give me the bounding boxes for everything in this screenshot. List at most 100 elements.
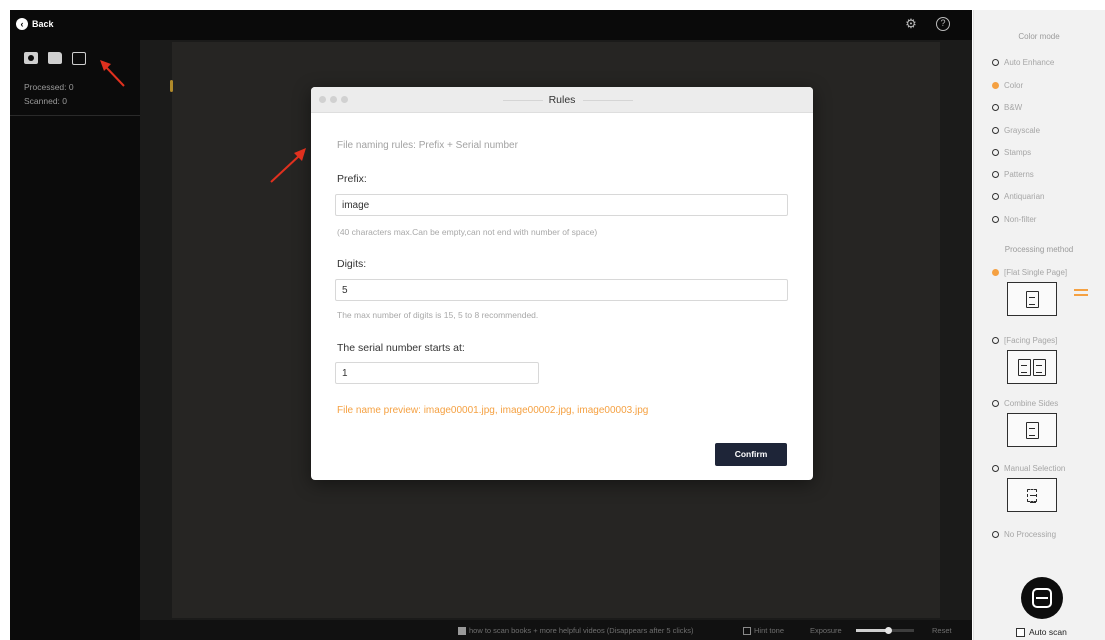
- prefix-help-text: (40 characters max.Can be empty,can not …: [337, 227, 598, 237]
- file-name-preview: File name preview: image00001.jpg, image…: [337, 405, 649, 416]
- radio-icon[interactable]: [992, 531, 999, 538]
- option-label: Patterns: [1004, 170, 1034, 179]
- option-label: Grayscale: [1004, 126, 1041, 135]
- chevron-left-icon: ‹: [16, 18, 28, 30]
- option-label: Antiquarian: [1004, 192, 1045, 201]
- naming-rule-text: File naming rules: Prefix + Serial numbe…: [337, 140, 518, 151]
- radio-icon[interactable]: [992, 216, 999, 223]
- digits-help-text: The max number of digits is 15, 5 to 8 r…: [337, 310, 539, 320]
- color-mode-patterns[interactable]: Patterns: [992, 170, 1034, 179]
- help-icon[interactable]: ?: [936, 17, 950, 31]
- radio-icon[interactable]: [992, 149, 999, 156]
- radio-selected-icon[interactable]: [992, 269, 999, 276]
- option-label: Stamps: [1004, 148, 1032, 157]
- combine-sides-icon: [1025, 421, 1039, 439]
- dialog-titlebar: Rules: [311, 87, 813, 113]
- radio-icon[interactable]: [992, 59, 999, 66]
- right-panel: Color mode Auto Enhance Color B&W Graysc…: [973, 10, 1105, 640]
- confirm-button[interactable]: Confirm: [715, 443, 787, 466]
- start-number-label: The serial number starts at:: [337, 342, 465, 354]
- video-icon: [458, 626, 466, 635]
- app-window: ‹ Back ⚙ ? Processed: 0 Scanned: 0 how t…: [0, 0, 1105, 640]
- digits-input[interactable]: 5: [335, 279, 788, 301]
- adjust-settings-icon[interactable]: [1074, 288, 1088, 297]
- option-label: No Processing: [1004, 530, 1057, 539]
- divider: [10, 115, 140, 116]
- combine-sides-thumbnail[interactable]: [1007, 413, 1057, 447]
- annotation-arrow-icon: [100, 60, 125, 87]
- scanned-count: Scanned: 0: [24, 96, 68, 106]
- color-mode-heading: Color mode: [1018, 32, 1060, 41]
- radio-icon[interactable]: [992, 127, 999, 134]
- method-no-processing[interactable]: No Processing: [992, 530, 1056, 539]
- color-mode-stamps[interactable]: Stamps: [992, 148, 1031, 157]
- color-mode-bw[interactable]: B&W: [992, 103, 1022, 112]
- rules-dialog: Rules File naming rules: Prefix + Serial…: [311, 87, 813, 480]
- radio-icon[interactable]: [992, 400, 999, 407]
- radio-icon[interactable]: [992, 465, 999, 472]
- radio-icon[interactable]: [992, 171, 999, 178]
- bottom-bar: how to scan books + more helpful videos …: [140, 620, 972, 640]
- reset-button[interactable]: Reset: [932, 626, 952, 635]
- title-divider-right: [583, 100, 633, 101]
- processing-method-heading: Processing method: [1004, 245, 1074, 254]
- method-manual-selection[interactable]: Manual Selection: [992, 464, 1065, 473]
- prefix-input[interactable]: image: [335, 194, 788, 216]
- auto-scan-label: Auto scan: [1029, 627, 1067, 637]
- flat-single-page-thumbnail[interactable]: [1007, 282, 1057, 316]
- radio-icon[interactable]: [992, 104, 999, 111]
- exposure-slider-knob[interactable]: [884, 627, 892, 634]
- color-mode-auto-enhance[interactable]: Auto Enhance: [992, 58, 1054, 67]
- method-flat-single-page[interactable]: [Flat Single Page]: [992, 268, 1067, 277]
- exposure-label: Exposure: [810, 626, 842, 635]
- single-page-icon: [1025, 290, 1039, 308]
- scan-icon: [1032, 588, 1052, 608]
- method-combine-sides[interactable]: Combine Sides: [992, 399, 1058, 408]
- back-button[interactable]: ‹ Back: [16, 18, 54, 30]
- option-label: Manual Selection: [1004, 464, 1066, 473]
- start-number-input[interactable]: 1: [335, 362, 539, 384]
- option-label: [Flat Single Page]: [1004, 268, 1068, 277]
- radio-icon[interactable]: [992, 337, 999, 344]
- left-panel: Processed: 0 Scanned: 0: [10, 40, 140, 640]
- back-label: Back: [32, 19, 54, 29]
- exposure-slider[interactable]: [856, 627, 914, 634]
- hint-tone-label: Hint tone: [754, 626, 785, 635]
- edit-icon[interactable]: [72, 52, 86, 65]
- gear-icon[interactable]: ⚙: [904, 17, 918, 31]
- processed-count: Processed: 0: [24, 82, 74, 92]
- color-mode-grayscale[interactable]: Grayscale: [992, 126, 1040, 135]
- option-label: Combine Sides: [1004, 399, 1059, 408]
- facing-page-left-icon: [1018, 358, 1031, 376]
- color-mode-non-filter[interactable]: Non-filter: [992, 215, 1036, 224]
- facing-page-right-icon: [1033, 358, 1046, 376]
- hint-tone-checkbox[interactable]: [743, 626, 751, 635]
- option-label: [Facing Pages]: [1004, 336, 1058, 345]
- color-mode-color[interactable]: Color: [992, 81, 1023, 90]
- option-label: Auto Enhance: [1004, 58, 1055, 67]
- method-facing-pages[interactable]: [Facing Pages]: [992, 336, 1057, 345]
- auto-scan-toggle[interactable]: Auto scan: [1016, 627, 1067, 637]
- dialog-title: Rules: [548, 94, 576, 106]
- scan-button[interactable]: [1021, 577, 1063, 619]
- option-label: Color: [1004, 81, 1024, 90]
- exposure-slider-fill: [856, 629, 888, 632]
- folder-icon[interactable]: [48, 52, 62, 64]
- digits-label: Digits:: [337, 258, 367, 270]
- radio-icon[interactable]: [992, 193, 999, 200]
- camera-icon[interactable]: [24, 52, 38, 64]
- hint-tone-toggle[interactable]: Hint tone: [743, 626, 784, 635]
- option-label: B&W: [1004, 103, 1023, 112]
- manual-selection-thumbnail[interactable]: [1007, 478, 1057, 512]
- manual-selection-icon: [1027, 488, 1037, 503]
- page-edge-marker: [170, 80, 173, 92]
- option-label: Non-filter: [1004, 215, 1037, 224]
- auto-scan-checkbox[interactable]: [1016, 627, 1025, 637]
- radio-selected-icon[interactable]: [992, 82, 999, 89]
- top-bar: ‹ Back ⚙ ?: [10, 10, 972, 40]
- prefix-label: Prefix:: [337, 173, 367, 185]
- help-video-link[interactable]: how to scan books + more helpful videos …: [458, 626, 693, 635]
- annotation-arrow-icon: [270, 148, 306, 183]
- facing-pages-thumbnail[interactable]: [1007, 350, 1057, 384]
- color-mode-antiquarian[interactable]: Antiquarian: [992, 192, 1044, 201]
